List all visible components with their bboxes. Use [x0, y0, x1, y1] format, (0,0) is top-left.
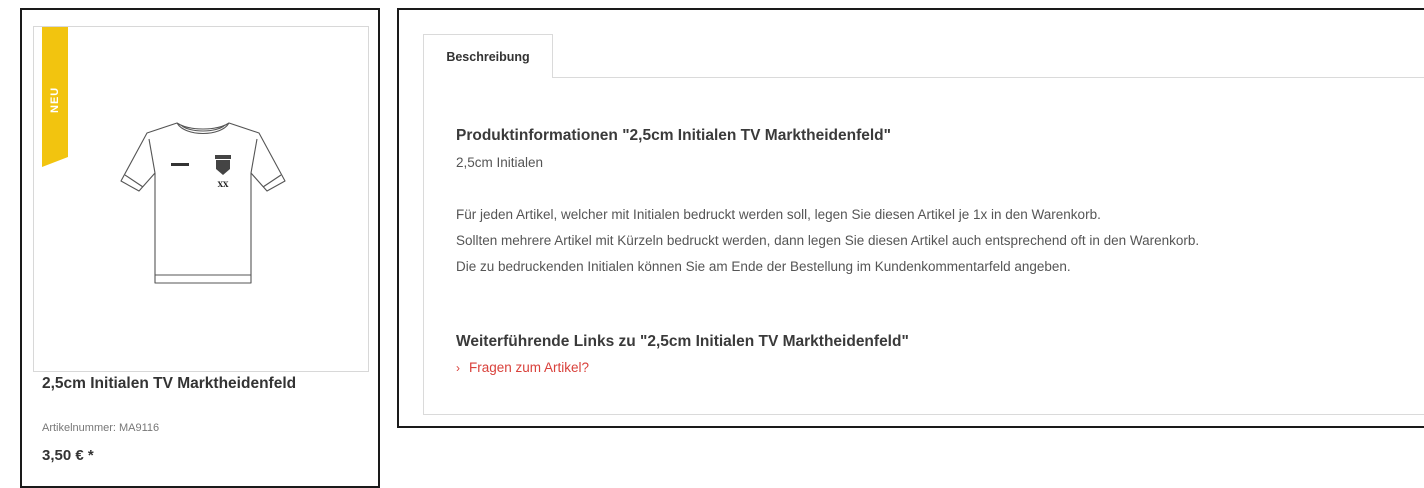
- description-panel: Beschreibung Produktinformationen "2,5cm…: [397, 8, 1424, 428]
- questions-link-label: Fragen zum Artikel?: [469, 360, 590, 375]
- product-price: 3,50 € *: [42, 447, 94, 464]
- chevron-right-icon: ›: [456, 361, 460, 375]
- questions-link[interactable]: › Fragen zum Artikel?: [456, 360, 589, 375]
- print-initials: XX: [218, 180, 229, 189]
- product-info-subtitle: 2,5cm Initialen: [456, 155, 544, 170]
- new-badge-label: NEU: [49, 86, 61, 113]
- new-badge: NEU: [42, 27, 68, 167]
- tab-beschreibung[interactable]: Beschreibung: [423, 34, 553, 78]
- tab-content: Produktinformationen "2,5cm Initialen TV…: [423, 77, 1424, 415]
- product-sku: Artikelnummer: MA9116: [42, 422, 160, 434]
- description-line: Sollten mehrere Artikel mit Kürzeln bedr…: [456, 233, 1200, 248]
- product-description: Für jeden Artikel, welcher mit Initialen…: [456, 202, 1199, 280]
- tshirt-icon: XX: [120, 122, 286, 284]
- related-links-heading: Weiterführende Links zu "2,5cm Initialen…: [456, 333, 909, 350]
- product-title[interactable]: 2,5cm Initialen TV Marktheidenfeld: [42, 375, 372, 393]
- description-line: Die zu bedruckenden Initialen können Sie…: [456, 259, 1071, 274]
- product-image[interactable]: NEU XX: [33, 26, 369, 372]
- description-line: Für jeden Artikel, welcher mit Initialen…: [456, 207, 1101, 222]
- product-info-heading: Produktinformationen "2,5cm Initialen TV…: [456, 127, 891, 144]
- product-card[interactable]: NEU XX 2,5cm Initialen TV Marktheidenfel…: [20, 8, 380, 488]
